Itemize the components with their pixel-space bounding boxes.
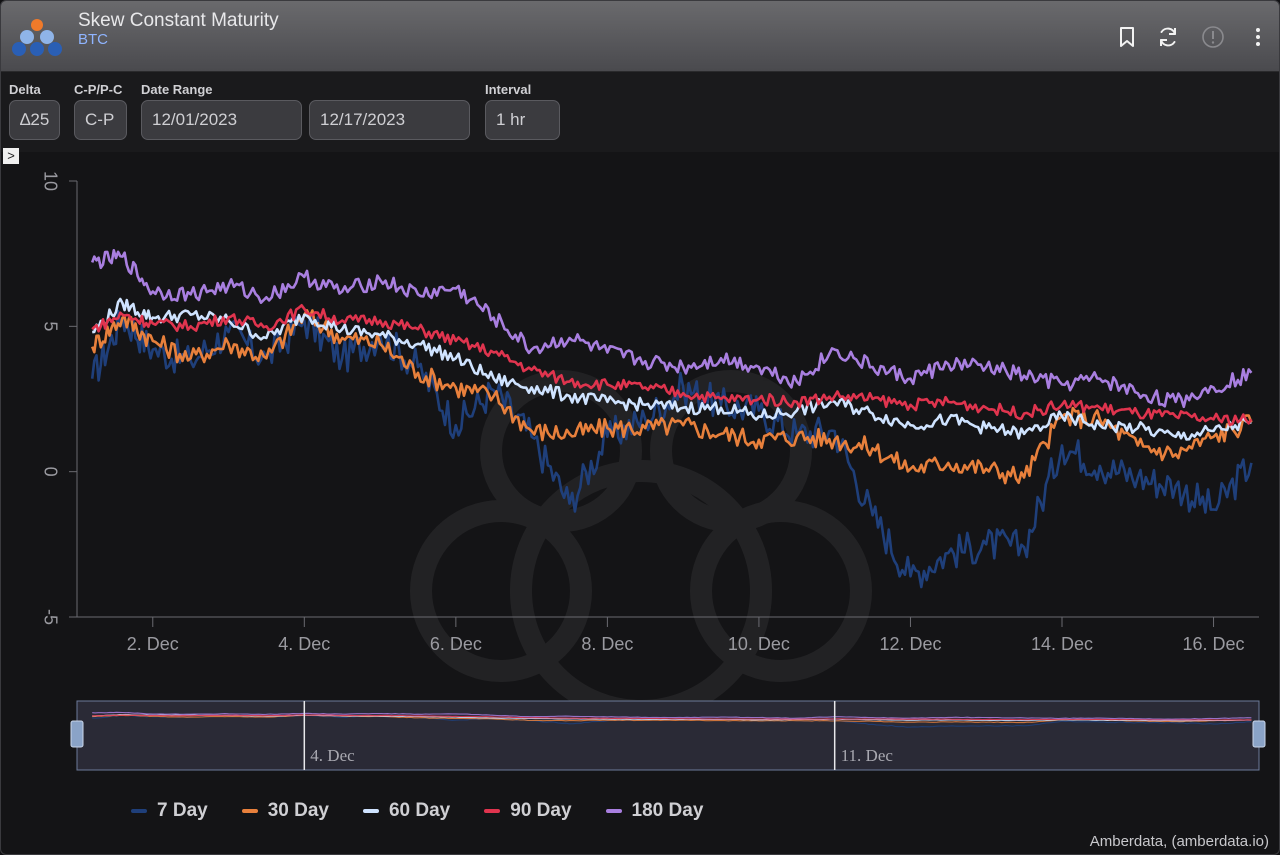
legend-swatch <box>241 809 258 813</box>
x-tick-label: 6. Dec <box>430 634 482 654</box>
widget-header: Skew Constant Maturity BTC <box>1 1 1279 72</box>
end-date-input[interactable]: 12/17/2023 <box>309 100 470 140</box>
x-tick-label: 2. Dec <box>127 634 179 654</box>
x-tick-label: 16. Dec <box>1183 634 1245 654</box>
legend-item-30-day[interactable]: 30 Day <box>241 798 329 824</box>
delta-label: Delta <box>9 82 41 97</box>
widget-title: Skew Constant Maturity <box>78 10 279 31</box>
x-tick-label: 12. Dec <box>879 634 941 654</box>
series-line-180-day <box>90 249 1253 409</box>
legend-item-90-day[interactable]: 90 Day <box>484 798 572 824</box>
range-navigator[interactable]: 4. Dec 11. Dec <box>70 700 1266 771</box>
y-tick-label: 10 <box>40 171 60 191</box>
navigator-range-band[interactable] <box>76 700 1260 771</box>
legend-swatch <box>131 809 147 813</box>
legend-label: 60 Day <box>388 800 451 821</box>
x-tick-label: 10. Dec <box>728 634 790 654</box>
controls-bar: Delta ∆25 C-P/P-C C-P Date Range 12/01/2… <box>1 72 1279 152</box>
navigator-handle-right[interactable] <box>1252 720 1266 748</box>
legend-label: 90 Day <box>510 800 572 821</box>
legend-label: 30 Day <box>267 800 329 821</box>
y-tick-label: -5 <box>40 609 60 625</box>
date-range-label: Date Range <box>141 82 213 97</box>
legend-swatch <box>362 809 379 813</box>
chart-legend: 7 Day 30 Day 60 Day 90 Day 180 Day <box>131 798 703 824</box>
x-tick-label: 4. Dec <box>278 634 330 654</box>
cp-label: C-P/P-C <box>74 82 123 97</box>
credit-text: Amberdata, (amberdata.io) <box>1089 833 1269 850</box>
y-tick-label: 0 <box>40 467 60 477</box>
more-vertical-icon[interactable] <box>1244 23 1272 51</box>
delta-select[interactable]: ∆25 <box>9 100 60 140</box>
start-date-input[interactable]: 12/01/2023 <box>141 100 302 140</box>
legend-swatch <box>605 809 622 813</box>
navigator-tick-label: 4. Dec <box>310 746 355 765</box>
skew-chart: 10 5 0 -5 2. Dec 4. Dec 6. Dec 8. Dec 10. Dec 12.… <box>40 171 1266 771</box>
chart-series <box>90 249 1253 589</box>
bookmark-icon[interactable] <box>1113 23 1141 51</box>
cp-select[interactable]: C-P <box>74 100 127 140</box>
refresh-icon[interactable] <box>1154 23 1182 51</box>
interval-label: Interval <box>485 82 532 97</box>
amberdata-logo <box>12 19 62 56</box>
navigator-tick-label: 11. Dec <box>841 746 894 765</box>
x-tick-label: 8. Dec <box>581 634 633 654</box>
legend-label: 180 Day <box>631 800 704 821</box>
x-tick-label: 14. Dec <box>1031 634 1093 654</box>
legend-label: 7 Day <box>157 800 208 821</box>
legend-item-180-day[interactable]: 180 Day <box>605 798 704 824</box>
y-tick-label: 5 <box>40 321 60 331</box>
alert-icon[interactable] <box>1199 23 1227 51</box>
legend-item-7-day[interactable]: 7 Day <box>131 798 208 824</box>
legend-item-60-day[interactable]: 60 Day <box>362 798 451 824</box>
widget-frame: Skew Constant Maturity BTC Delta ∆25 C-P… <box>0 0 1280 855</box>
asset-label: BTC <box>78 31 108 48</box>
interval-select[interactable]: 1 hr <box>485 100 560 140</box>
navigator-handle-left[interactable] <box>70 720 84 748</box>
legend-swatch <box>484 809 501 813</box>
